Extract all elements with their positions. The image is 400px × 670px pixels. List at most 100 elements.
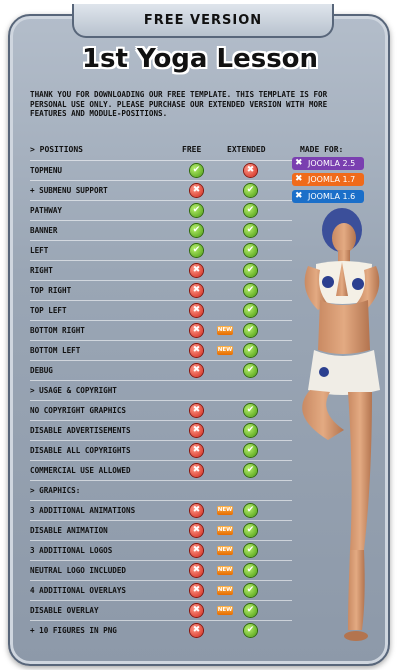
- check-icon: ✔: [244, 324, 257, 337]
- joomla-icon: ✖: [295, 158, 303, 168]
- feature-row: Disable Animation ✖ ✔ NEW: [30, 520, 292, 540]
- made-for-label: MADE FOR:: [300, 145, 344, 154]
- feature-label: Disable Advertisements: [30, 426, 131, 435]
- feature-row: Pathway ✔ ✔: [30, 200, 292, 220]
- intro-text: Thank you for downloading our free templ…: [30, 90, 328, 118]
- page-title: 1st Yoga Lesson: [81, 44, 319, 74]
- new-badge: NEW: [217, 526, 233, 535]
- feature-label: Debug: [30, 366, 53, 375]
- new-badge: NEW: [217, 606, 233, 615]
- section-heading-row: > Graphics:: [30, 480, 292, 500]
- cross-icon: ✖: [190, 544, 203, 557]
- free-column-header: FREE: [182, 145, 202, 154]
- feature-label: Right: [30, 266, 53, 275]
- cross-icon: ✖: [190, 364, 203, 377]
- feature-label: Neutral Logo included: [30, 566, 127, 575]
- check-icon: ✔: [244, 444, 257, 457]
- new-badge: NEW: [217, 326, 233, 335]
- check-icon: ✔: [244, 224, 257, 237]
- feature-label: Top Left: [30, 306, 67, 315]
- feature-label: Disable Animation: [30, 526, 108, 535]
- new-badge: NEW: [217, 566, 233, 575]
- cross-icon: ✖: [190, 504, 203, 517]
- joomla-badge: ✖ JOOMLA 1.7: [292, 173, 364, 186]
- check-icon: ✔: [244, 524, 257, 537]
- feature-label: Disable all Copyrights: [30, 446, 131, 455]
- check-icon: ✔: [244, 304, 257, 317]
- joomla-badge: ✖ JOOMLA 2.5: [292, 157, 364, 170]
- joomla-icon: ✖: [295, 174, 303, 184]
- feature-row: Debug ✖ ✔: [30, 360, 292, 380]
- feature-row: Disable all Copyrights ✖ ✔: [30, 440, 292, 460]
- positions-heading: > Positions: [30, 145, 83, 154]
- feature-label: Top Right: [30, 286, 72, 295]
- feature-row: No Copyright Graphics ✖ ✔: [30, 400, 292, 420]
- check-icon: ✔: [190, 244, 203, 257]
- check-icon: ✔: [244, 364, 257, 377]
- feature-row: 3 Additional Logos ✖ ✔ NEW: [30, 540, 292, 560]
- cross-icon: ✖: [190, 284, 203, 297]
- feature-row: Topmenu ✔ ✖: [30, 160, 292, 180]
- section-heading-row: > Usage & Copyright: [30, 380, 292, 400]
- check-icon: ✔: [244, 424, 257, 437]
- feature-label: Disable Overlay: [30, 606, 99, 615]
- extended-column-header: EXTENDED: [227, 145, 266, 154]
- yoga-figure-image: [302, 208, 380, 641]
- cross-icon: ✖: [190, 184, 203, 197]
- check-icon: ✔: [244, 204, 257, 217]
- cross-icon: ✖: [190, 464, 203, 477]
- feature-row: 4 Additional Overlays ✖ ✔ NEW: [30, 580, 292, 600]
- feature-table: Topmenu ✔ ✖ + Submenu support ✖ ✔ Pathway ✔ ✔ Ban…: [30, 160, 292, 640]
- check-icon: ✔: [244, 604, 257, 617]
- feature-row: Bottom Right ✖ ✔ NEW: [30, 320, 292, 340]
- cross-icon: ✖: [244, 164, 257, 177]
- feature-label: + 10 Figures in PNG: [30, 626, 117, 635]
- check-icon: ✔: [244, 584, 257, 597]
- check-icon: ✔: [244, 544, 257, 557]
- feature-row: Disable Overlay ✖ ✔ NEW: [30, 600, 292, 620]
- feature-row: Banner ✔ ✔: [30, 220, 292, 240]
- new-badge: NEW: [217, 586, 233, 595]
- joomla-badge-label: JOOMLA 1.7: [308, 175, 356, 184]
- cross-icon: ✖: [190, 324, 203, 337]
- check-icon: ✔: [190, 224, 203, 237]
- feature-label: Topmenu: [30, 166, 63, 175]
- feature-label: 3 Additional Logos: [30, 546, 113, 555]
- check-icon: ✔: [244, 564, 257, 577]
- check-icon: ✔: [244, 264, 257, 277]
- cross-icon: ✖: [190, 444, 203, 457]
- feature-label: 4 Additional Overlays: [30, 586, 127, 595]
- feature-label: Banner: [30, 226, 58, 235]
- check-icon: ✔: [190, 164, 203, 177]
- feature-row: Disable Advertisements ✖ ✔: [30, 420, 292, 440]
- cross-icon: ✖: [190, 304, 203, 317]
- cross-icon: ✖: [190, 524, 203, 537]
- feature-row: + Submenu support ✖ ✔: [30, 180, 292, 200]
- feature-label: Left: [30, 246, 49, 255]
- cross-icon: ✖: [190, 604, 203, 617]
- version-tab: FREE VERSION: [72, 4, 334, 38]
- joomla-badge-label: JOOMLA 2.5: [308, 159, 356, 168]
- check-icon: ✔: [244, 464, 257, 477]
- feature-label: Pathway: [30, 206, 63, 215]
- check-icon: ✔: [244, 284, 257, 297]
- feature-row: + 10 Figures in PNG ✖ ✔: [30, 620, 292, 640]
- new-badge: NEW: [217, 506, 233, 515]
- new-badge: NEW: [217, 546, 233, 555]
- feature-row: Top Right ✖ ✔: [30, 280, 292, 300]
- feature-row: Left ✔ ✔: [30, 240, 292, 260]
- cross-icon: ✖: [190, 264, 203, 277]
- cross-icon: ✖: [190, 624, 203, 637]
- version-label: FREE VERSION: [143, 12, 263, 28]
- feature-row: 3 Additional Animations ✖ ✔ NEW: [30, 500, 292, 520]
- cross-icon: ✖: [190, 424, 203, 437]
- check-icon: ✔: [244, 184, 257, 197]
- section-label: > Graphics:: [30, 486, 81, 495]
- check-icon: ✔: [244, 404, 257, 417]
- section-label: > Usage & Copyright: [30, 386, 117, 395]
- feature-label: 3 Additional Animations: [30, 506, 136, 515]
- feature-row: Top Left ✖ ✔: [30, 300, 292, 320]
- feature-row: Bottom Left ✖ ✔ NEW: [30, 340, 292, 360]
- feature-row: Commercial use allowed ✖ ✔: [30, 460, 292, 480]
- cross-icon: ✖: [190, 404, 203, 417]
